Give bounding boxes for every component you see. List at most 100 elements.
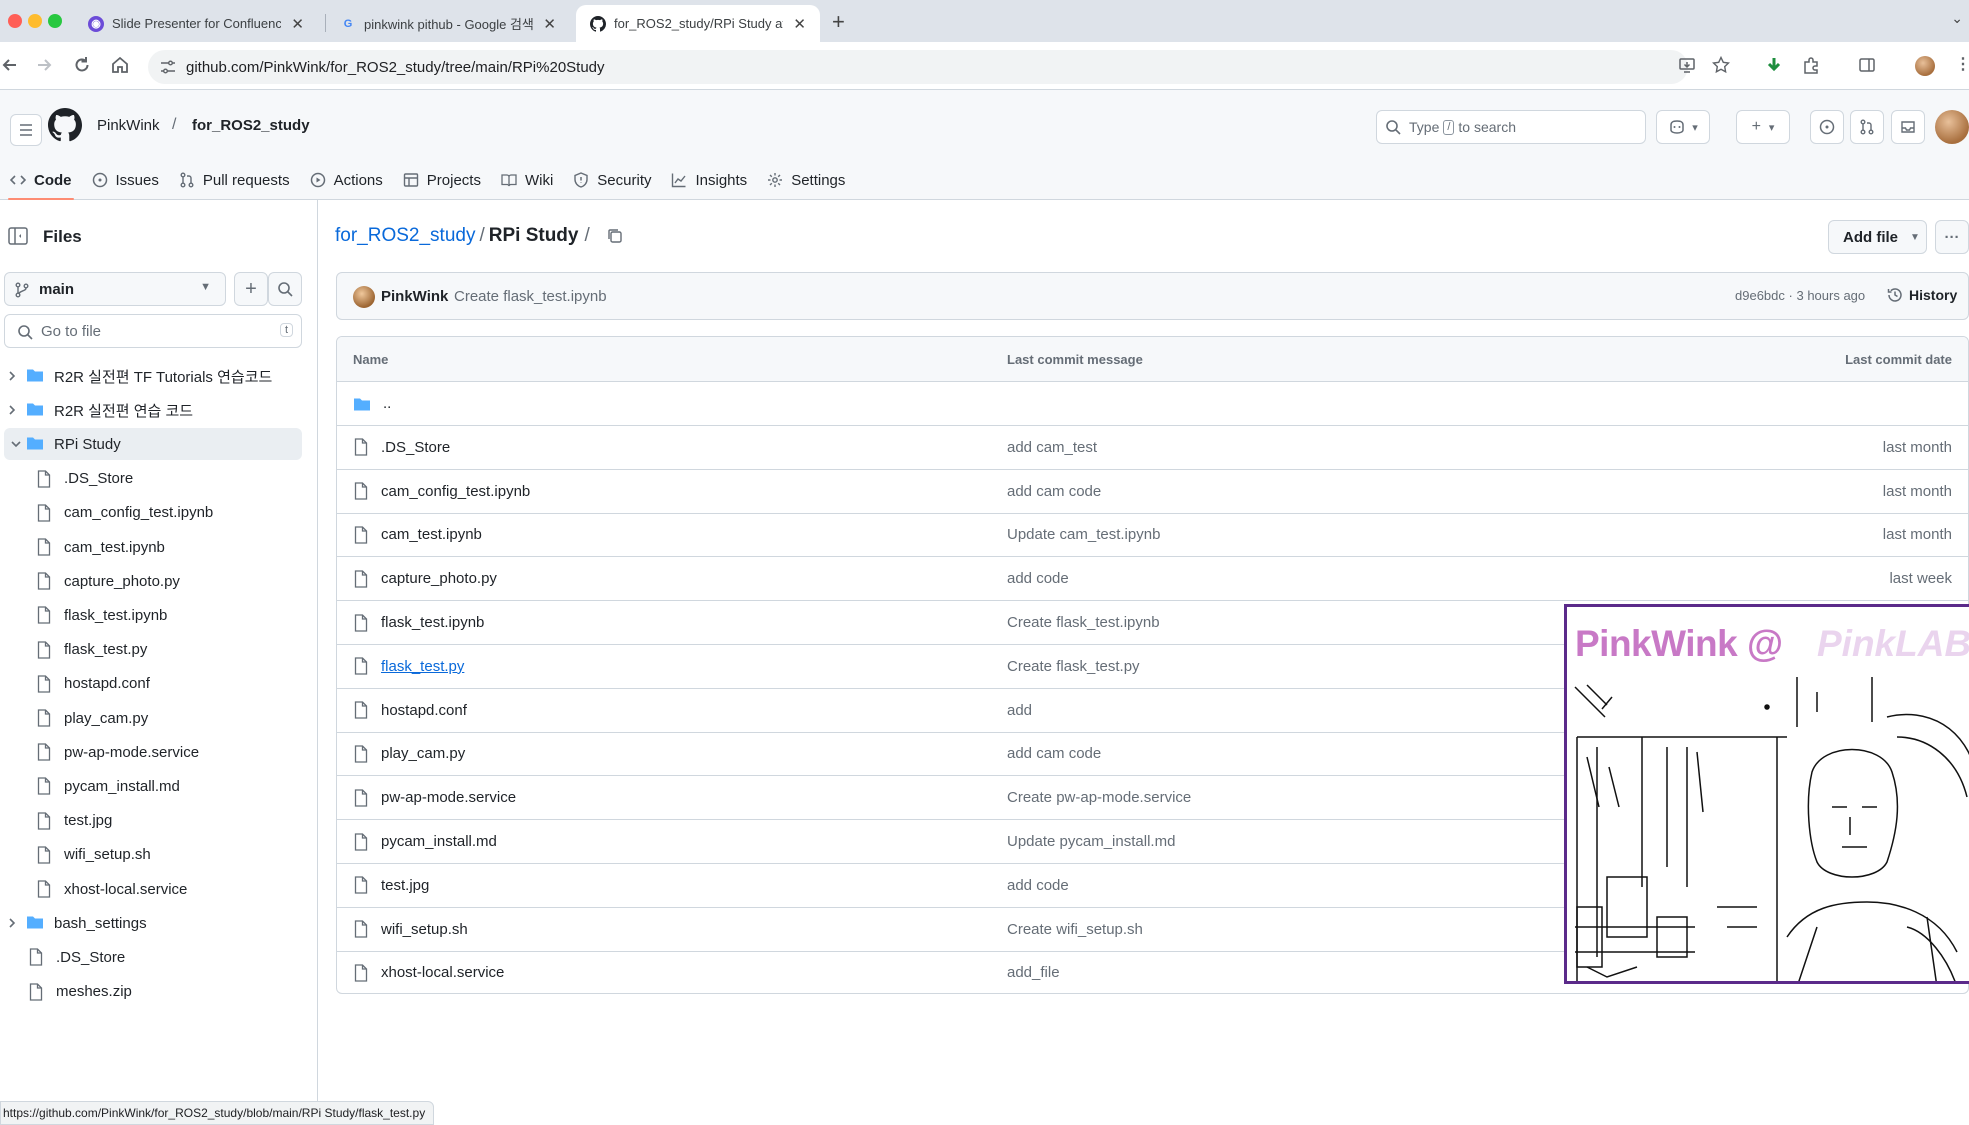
go-to-file-input[interactable]: Go to file t	[4, 314, 302, 348]
tab-wiki[interactable]: Wiki	[491, 160, 563, 200]
add-file-sidebar-button[interactable]: +	[234, 272, 268, 306]
copilot-button[interactable]: ▾	[1656, 110, 1710, 144]
profile-avatar[interactable]	[1915, 56, 1935, 76]
pull-requests-button[interactable]	[1850, 110, 1884, 144]
forward-arrow-icon[interactable]	[34, 55, 56, 77]
minimize-window-button[interactable]	[28, 14, 42, 28]
url-field[interactable]: github.com/PinkWink/for_ROS2_study/tree/…	[148, 50, 1688, 84]
commit-message-link[interactable]: add cam code	[1007, 732, 1101, 775]
tree-folder[interactable]: bash_settings	[9, 907, 147, 939]
tab-projects[interactable]: Projects	[393, 160, 491, 200]
home-icon[interactable]	[110, 55, 132, 77]
download-icon[interactable]	[1765, 56, 1785, 76]
tree-file[interactable]: hostapd.conf	[36, 668, 150, 700]
branch-select[interactable]: main ▼	[4, 272, 226, 306]
tab-issues[interactable]: Issues	[82, 160, 169, 200]
tree-file[interactable]: cam_test.ipynb	[36, 531, 165, 563]
tree-file[interactable]: .DS_Store	[36, 463, 133, 495]
commit-message-link[interactable]: Create wifi_setup.sh	[1007, 908, 1143, 951]
tree-file[interactable]: pw-ap-mode.service	[36, 736, 199, 768]
tree-folder[interactable]: RPi Study	[4, 428, 302, 461]
chevron-right-icon[interactable]	[6, 917, 18, 929]
collapse-sidebar-icon[interactable]	[6, 224, 32, 250]
chevron-down-icon[interactable]	[10, 438, 22, 450]
chevron-right-icon[interactable]	[6, 370, 18, 382]
commit-message-link[interactable]: add code	[1007, 557, 1069, 600]
file-name-link[interactable]: pycam_install.md	[353, 820, 497, 863]
tree-file[interactable]: xhost-local.service	[36, 873, 187, 905]
tree-folder[interactable]: R2R 실전편 연습 코드	[9, 394, 193, 426]
commit-message-link[interactable]: Update cam_test.ipynb	[1007, 513, 1160, 556]
repo-name-link[interactable]: for_ROS2_study	[192, 117, 310, 134]
close-tab-icon[interactable]: ✕	[793, 15, 806, 33]
tree-folder[interactable]: R2R 실전편 TF Tutorials 연습코드	[9, 360, 272, 392]
history-button[interactable]: History	[1887, 287, 1957, 303]
file-name-link[interactable]: xhost-local.service	[353, 951, 504, 993]
side-panel-icon[interactable]	[1858, 56, 1878, 76]
commit-author[interactable]: PinkWink	[381, 288, 448, 305]
github-logo-icon[interactable]	[48, 108, 82, 142]
file-row[interactable]: cam_test.ipynb Update cam_test.ipynb last …	[337, 513, 1968, 558]
extensions-icon[interactable]	[1802, 56, 1822, 76]
breadcrumb-repo-link[interactable]: for_ROS2_study	[335, 225, 475, 247]
tab-actions[interactable]: Actions	[300, 160, 393, 200]
tree-file[interactable]: capture_photo.py	[36, 565, 180, 597]
add-file-button[interactable]: Add file ▼	[1828, 220, 1927, 254]
file-name-link[interactable]: .DS_Store	[353, 426, 450, 469]
reload-icon[interactable]	[72, 55, 94, 77]
inbox-button[interactable]	[1891, 110, 1925, 144]
tab-code[interactable]: Code	[0, 160, 82, 200]
install-app-icon[interactable]	[1678, 56, 1698, 76]
commit-message-link[interactable]: add cam code	[1007, 470, 1101, 513]
site-settings-icon[interactable]	[160, 59, 176, 75]
tab-settings[interactable]: Settings	[757, 160, 855, 200]
search-files-button[interactable]	[268, 272, 302, 306]
commit-hash-link[interactable]: d9e6bdc	[1735, 288, 1785, 303]
close-window-button[interactable]	[8, 14, 22, 28]
chevron-right-icon[interactable]	[6, 404, 18, 416]
file-name-link[interactable]: pw-ap-mode.service	[353, 776, 516, 819]
commit-author-avatar[interactable]	[353, 286, 375, 308]
new-tab-button[interactable]: +	[832, 9, 845, 35]
tab-list-chevron-icon[interactable]: ⌄	[1951, 10, 1963, 27]
tree-file[interactable]: flask_test.py	[36, 634, 147, 666]
file-name-link[interactable]: ..	[353, 382, 391, 425]
browser-tab-github[interactable]: for_ROS2_study/RPi Study at ✕	[576, 5, 820, 42]
bookmark-star-icon[interactable]	[1712, 56, 1732, 76]
file-name-link[interactable]: wifi_setup.sh	[353, 908, 468, 951]
file-row[interactable]: .DS_Store add cam_test last month	[337, 426, 1968, 470]
commit-message-link[interactable]: add	[1007, 689, 1032, 732]
file-row[interactable]: capture_photo.py add code last week	[337, 557, 1968, 602]
commit-message-link[interactable]: add code	[1007, 864, 1069, 907]
close-tab-icon[interactable]: ✕	[543, 15, 556, 33]
file-name-link[interactable]: cam_config_test.ipynb	[353, 470, 530, 513]
tab-insights[interactable]: Insights	[661, 160, 757, 200]
tree-file[interactable]: .DS_Store	[28, 941, 125, 973]
commit-message-link[interactable]: Create pw-ap-mode.service	[1007, 776, 1191, 819]
copy-path-icon[interactable]	[606, 227, 624, 245]
github-search-input[interactable]: Type / to search	[1376, 110, 1646, 144]
tree-file[interactable]: pycam_install.md	[36, 770, 180, 802]
back-arrow-icon[interactable]	[0, 55, 22, 77]
create-new-button[interactable]: + ▾	[1736, 110, 1790, 144]
commit-message-link[interactable]: Create flask_test.ipynb	[1007, 601, 1160, 644]
commit-message-link[interactable]: add cam_test	[1007, 426, 1097, 469]
file-name-link[interactable]: flask_test.py	[353, 645, 464, 688]
tree-file[interactable]: cam_config_test.ipynb	[36, 497, 213, 529]
commit-message-link[interactable]: add_file	[1007, 951, 1060, 993]
tab-security[interactable]: Security	[563, 160, 661, 200]
parent-directory-row[interactable]: ..	[337, 382, 1968, 426]
issues-button[interactable]	[1810, 110, 1844, 144]
browser-tab-slide-presenter[interactable]: ◉ Slide Presenter for Confluenc ✕	[74, 5, 318, 42]
maximize-window-button[interactable]	[48, 14, 62, 28]
browser-menu-icon[interactable]: ⋮	[1955, 56, 1969, 76]
commit-message-link[interactable]: Create flask_test.ipynb	[454, 288, 607, 305]
file-name-link[interactable]: flask_test.ipynb	[353, 601, 484, 644]
close-tab-icon[interactable]: ✕	[291, 15, 304, 33]
user-avatar[interactable]	[1935, 110, 1969, 144]
tab-pull-requests[interactable]: Pull requests	[169, 160, 300, 200]
tree-file[interactable]: play_cam.py	[36, 702, 148, 734]
browser-tab-google[interactable]: G pinkwink pithub - Google 검색 ✕	[326, 5, 570, 42]
file-row[interactable]: cam_config_test.ipynb add cam code last mo…	[337, 470, 1968, 514]
commit-message-link[interactable]: Update pycam_install.md	[1007, 820, 1175, 863]
